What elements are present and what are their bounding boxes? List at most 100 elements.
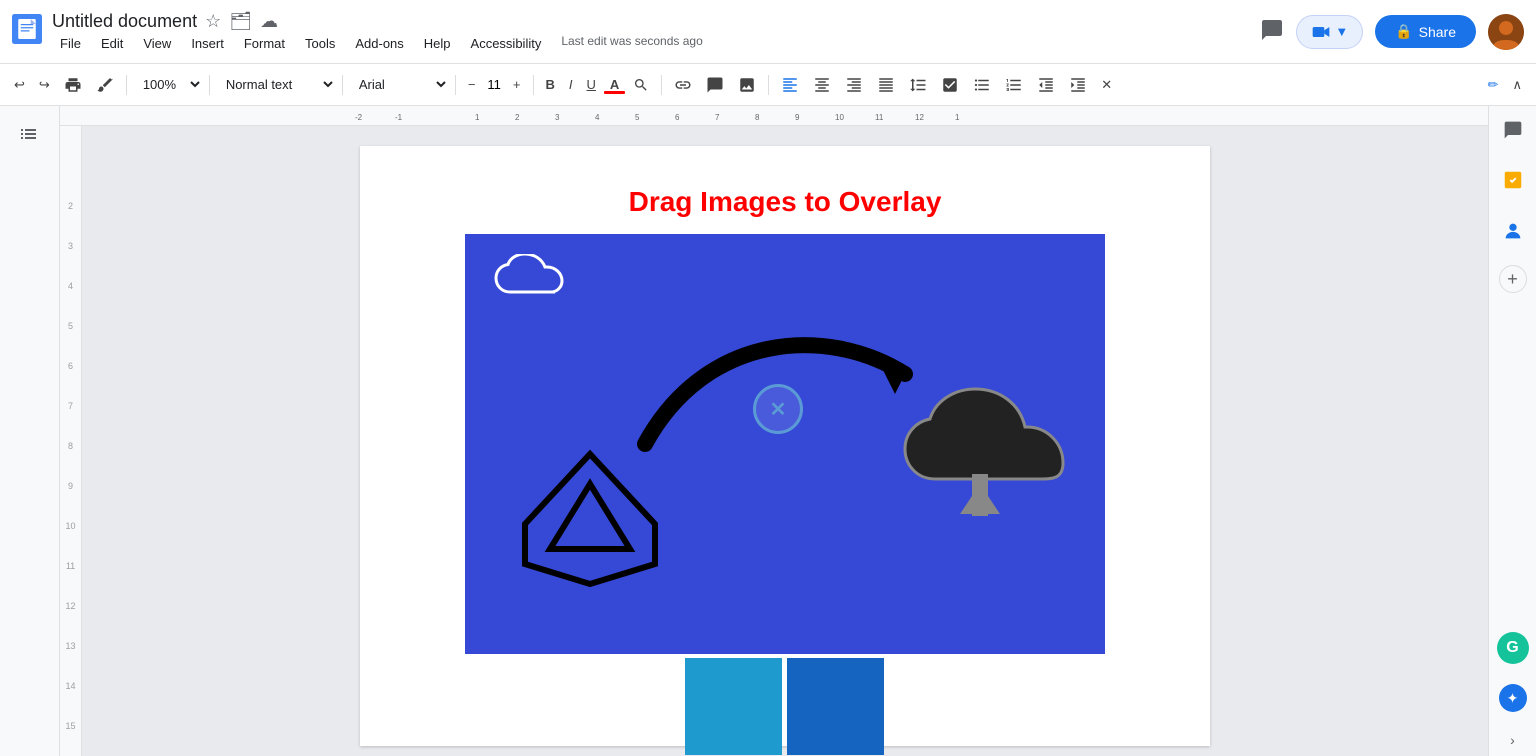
underline-button[interactable]: U <box>581 73 602 96</box>
indent-decrease-button[interactable] <box>1031 72 1061 98</box>
image-overlay-container: ✕ <box>465 234 1105 654</box>
app-icon[interactable] <box>12 14 42 49</box>
doc-title-area: Untitled document ☆ 🗂 ☁ File Edit View I… <box>52 11 1260 53</box>
ruler-area: -2 -1 1 2 3 4 5 6 7 8 9 10 11 12 13 14 <box>60 106 1488 756</box>
cloud-icon[interactable]: ☁ <box>260 11 278 32</box>
divider-2 <box>209 75 210 95</box>
font-size-display: 11 <box>483 77 505 92</box>
contacts-sidebar-icon[interactable] <box>1496 214 1530 253</box>
divider-6 <box>661 75 662 95</box>
divider-4 <box>455 75 456 95</box>
share-button[interactable]: 🔒 Share <box>1375 15 1476 48</box>
svg-text:-1: -1 <box>395 113 403 122</box>
redo-button[interactable]: ↪ <box>33 73 56 97</box>
last-edit: Last edit was seconds ago <box>561 34 702 53</box>
right-sidebar: + G ✦ › <box>1488 106 1536 756</box>
align-center-button[interactable] <box>807 72 837 98</box>
svg-text:6: 6 <box>675 113 680 122</box>
align-justify-button[interactable] <box>871 72 901 98</box>
divider-1 <box>126 75 127 95</box>
grammarly-icon[interactable]: G <box>1497 632 1529 664</box>
outline-icon[interactable] <box>10 114 50 160</box>
svg-text:1: 1 <box>475 113 480 122</box>
menu-addons[interactable]: Add-ons <box>347 34 411 53</box>
tasks-sidebar-icon[interactable] <box>1496 163 1530 202</box>
image-toolbar-button[interactable] <box>732 72 762 98</box>
link-button[interactable] <box>668 72 698 98</box>
comment-toolbar-button[interactable] <box>700 72 730 98</box>
square-top-left <box>685 658 782 755</box>
menu-tools[interactable]: Tools <box>297 34 343 53</box>
svg-text:8: 8 <box>755 113 760 122</box>
title-icons: ☆ 🗂 ☁ <box>205 11 278 32</box>
top-bar: Untitled document ☆ 🗂 ☁ File Edit View I… <box>0 0 1536 64</box>
align-right-button[interactable] <box>839 72 869 98</box>
divider-7 <box>768 75 769 95</box>
left-sidebar <box>0 106 60 756</box>
star-icon[interactable]: ☆ <box>205 11 221 32</box>
doc-heading: Drag Images to Overlay <box>420 186 1150 218</box>
pencil-button[interactable]: ✏ <box>1482 73 1505 97</box>
svg-text:3: 3 <box>555 113 560 122</box>
collapse-toolbar-button[interactable]: ∧ <box>1506 73 1528 97</box>
menu-view[interactable]: View <box>135 34 179 53</box>
style-select[interactable]: Normal text Heading 1 Heading 2 Title <box>216 72 336 97</box>
numbered-list-button[interactable] <box>999 72 1029 98</box>
checklist-button[interactable] <box>935 72 965 98</box>
add-sidebar-button[interactable]: + <box>1499 265 1527 293</box>
ruler: -2 -1 1 2 3 4 5 6 7 8 9 10 11 12 13 14 <box>60 106 1488 126</box>
assist-icon[interactable]: ✦ <box>1499 684 1527 712</box>
top-right-actions: ▼ 🔒 Share <box>1260 14 1524 50</box>
italic-button[interactable]: I <box>563 73 579 96</box>
menu-accessibility[interactable]: Accessibility <box>463 34 550 53</box>
clear-format-button[interactable]: ✕ <box>1095 73 1118 97</box>
divider-3 <box>342 75 343 95</box>
svg-text:4: 4 <box>595 113 600 122</box>
svg-text:5: 5 <box>635 113 640 122</box>
menu-bar: File Edit View Insert Format Tools Add-o… <box>52 34 1260 53</box>
svg-text:12: 12 <box>915 113 924 122</box>
undo-button[interactable]: ↩ <box>8 73 31 97</box>
toolbar: ↩ ↪ 100% 75% 125% 150% Normal text Headi… <box>0 64 1536 106</box>
content-area[interactable]: 2 3 4 5 6 7 8 9 10 11 12 13 14 15 16 <box>60 126 1488 756</box>
menu-edit[interactable]: Edit <box>93 34 131 53</box>
font-size-minus-button[interactable]: − <box>462 73 482 96</box>
folder-icon[interactable]: 🗂 <box>229 11 252 32</box>
doc-title[interactable]: Untitled document <box>52 11 197 32</box>
expand-sidebar-icon[interactable]: › <box>1510 732 1515 748</box>
font-size-plus-button[interactable]: + <box>507 73 527 96</box>
line-spacing-button[interactable] <box>903 72 933 98</box>
text-color-button[interactable]: A <box>604 73 625 96</box>
dark-cloud-download-icon <box>885 384 1075 539</box>
zoom-select[interactable]: 100% 75% 125% 150% <box>133 72 203 97</box>
main-area: -2 -1 1 2 3 4 5 6 7 8 9 10 11 12 13 14 <box>0 106 1536 756</box>
menu-help[interactable]: Help <box>416 34 459 53</box>
square-top-right <box>787 658 884 755</box>
x-circle: ✕ <box>753 384 803 434</box>
svg-text:2: 2 <box>515 113 520 122</box>
user-avatar[interactable] <box>1488 14 1524 50</box>
indent-increase-button[interactable] <box>1063 72 1093 98</box>
paint-format-button[interactable] <box>90 72 120 98</box>
align-left-button[interactable] <box>775 72 805 98</box>
svg-text:7: 7 <box>715 113 720 122</box>
menu-insert[interactable]: Insert <box>183 34 232 53</box>
bold-button[interactable]: B <box>540 73 561 96</box>
divider-5 <box>533 75 534 95</box>
bullet-list-button[interactable] <box>967 72 997 98</box>
meet-button[interactable]: ▼ <box>1296 15 1363 49</box>
menu-file[interactable]: File <box>52 34 89 53</box>
svg-text:13: 13 <box>955 113 960 122</box>
print-button[interactable] <box>58 72 88 98</box>
font-select[interactable]: Arial Times New Roman Courier New <box>349 72 449 97</box>
squares-grid <box>685 658 885 756</box>
svg-text:10: 10 <box>835 113 844 122</box>
svg-text:11: 11 <box>875 113 884 122</box>
menu-format[interactable]: Format <box>236 34 293 53</box>
comments-button[interactable] <box>1260 18 1284 45</box>
svg-text:-2: -2 <box>355 113 363 122</box>
highlight-button[interactable] <box>627 73 655 97</box>
share-label: Share <box>1419 24 1456 40</box>
cloud-outline-icon <box>490 254 570 304</box>
chat-sidebar-icon[interactable] <box>1497 114 1529 151</box>
